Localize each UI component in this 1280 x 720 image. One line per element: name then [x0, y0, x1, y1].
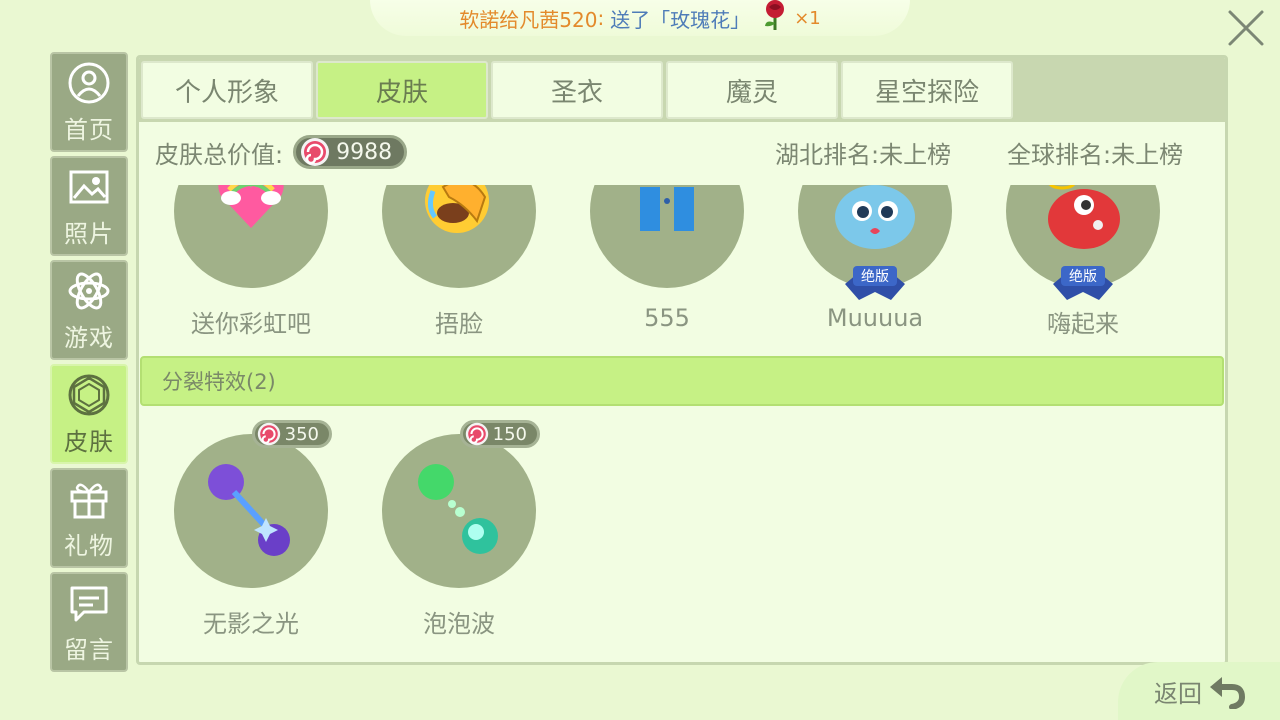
sidebar-item-label: 首页: [64, 115, 114, 144]
crying-eyes-icon: [640, 187, 694, 231]
list-item[interactable]: 绝版 嗨起来: [979, 185, 1187, 339]
skin-stats-bar: 皮肤总价值: 9988 湖北排名:未上榜 全球排名:未上榜: [139, 122, 1225, 182]
sidebar-item-messages[interactable]: 留言: [50, 572, 128, 672]
home-icon: [68, 62, 110, 103]
section-title: 分裂特效(2): [162, 370, 276, 394]
rainbow-heart-icon: [218, 185, 284, 228]
item-circle: 绝版: [798, 185, 952, 300]
atom-icon: [68, 272, 110, 309]
item-circle: 绝版: [1006, 185, 1160, 300]
total-value-badge: 9988: [293, 135, 408, 169]
message-icon: [70, 586, 108, 621]
close-icon: [1228, 10, 1264, 46]
province-rank: 湖北排名:未上榜: [775, 140, 952, 169]
sidebar-item-label: 照片: [64, 219, 114, 248]
gift-notification-banner: 软諾给 凡茜520 : 送了「玫瑰花」 ×1: [370, 0, 910, 36]
sidebar-item-games[interactable]: 游戏: [50, 260, 128, 360]
item-label: 泡泡波: [423, 610, 495, 638]
back-label: 返回: [1154, 679, 1202, 708]
item-circle: [382, 185, 536, 288]
sidebar-item-label: 游戏: [64, 323, 114, 352]
list-item[interactable]: 350 无影之光: [147, 420, 355, 639]
item-circle: 150: [382, 420, 540, 588]
tab-bar: 个人形象 皮肤 圣衣 魔灵 星空探险: [139, 58, 1225, 122]
item-circle: [174, 185, 328, 288]
sidebar-item-gifts[interactable]: 礼物: [50, 468, 128, 568]
banner-count: ×1: [794, 7, 821, 29]
svg-text:绝版: 绝版: [1069, 269, 1097, 285]
total-value-label: 皮肤总价值:: [155, 140, 284, 169]
back-arrow-icon: [1210, 677, 1246, 709]
sidebar-item-label: 留言: [64, 635, 114, 664]
sidebar-item-skins[interactable]: 皮肤: [50, 364, 128, 464]
item-circle: 350: [174, 420, 332, 588]
list-item[interactable]: 555: [563, 185, 771, 332]
price-value: 350: [284, 423, 319, 445]
blue-blob-kiss-icon: [835, 185, 915, 249]
list-item[interactable]: 捂脸: [355, 185, 563, 339]
red-blob-party-icon: [1048, 185, 1120, 249]
emote-row: 送你彩虹吧 捂脸 555 绝版 Muuuua 绝版 嗨起来: [139, 185, 1225, 338]
banner-sender: 软諾给: [459, 7, 520, 32]
side-navigation: 首页 照片 游戏 皮肤 礼物 留言: [50, 52, 128, 676]
price-value: 150: [492, 423, 527, 445]
banner-recipient: 凡茜520: [519, 7, 598, 32]
sidebar-item-photos[interactable]: 照片: [50, 156, 128, 256]
item-label: Muuuua: [826, 304, 924, 332]
skin-list[interactable]: 送你彩虹吧 捂脸 555 绝版 Muuuua 绝版 嗨起来 分裂特效(2) 35…: [139, 185, 1225, 662]
limited-edition-badge: 绝版: [1053, 266, 1113, 300]
sidebar-item-label: 礼物: [64, 531, 114, 560]
item-label: 送你彩虹吧: [191, 310, 311, 338]
list-item[interactable]: 送你彩虹吧: [147, 185, 355, 339]
close-button[interactable]: [1222, 4, 1270, 52]
item-label: 无影之光: [203, 610, 299, 638]
rose-icon: [760, 0, 790, 37]
global-rank: 全球排名:未上榜: [1007, 140, 1184, 169]
item-label: 嗨起来: [1047, 310, 1119, 338]
section-header-split-effects[interactable]: 分裂特效(2): [140, 356, 1224, 406]
candy-icon: [465, 422, 488, 446]
photo-icon: [69, 170, 109, 203]
tab-holy-armor[interactable]: 圣衣: [491, 61, 663, 119]
split-effects-row: 350 无影之光 150 泡泡波: [139, 420, 1225, 638]
list-item[interactable]: 绝版 Muuuua: [771, 185, 979, 332]
green-split-icon: [418, 464, 498, 554]
tab-skins[interactable]: 皮肤: [316, 61, 488, 119]
facepalm-icon: [425, 185, 489, 233]
banner-message: 送了「玫瑰花」: [610, 7, 751, 32]
item-label: 555: [644, 304, 690, 332]
main-panel: 个人形象 皮肤 圣衣 魔灵 星空探险 皮肤总价值: 9988 湖北排名:未上榜 …: [136, 55, 1228, 665]
candy-icon: [257, 422, 280, 446]
limited-edition-badge: 绝版: [845, 266, 905, 300]
price-badge: 350: [251, 420, 332, 448]
tab-avatar[interactable]: 个人形象: [141, 61, 313, 119]
sidebar-item-home[interactable]: 首页: [50, 52, 128, 152]
candy-icon: [301, 138, 330, 166]
svg-text:绝版: 绝版: [861, 269, 889, 285]
item-label: 捂脸: [435, 310, 483, 338]
total-value: 9988: [336, 139, 393, 165]
purple-split-icon: [208, 464, 290, 556]
banner-separator: :: [597, 6, 605, 30]
back-button[interactable]: 返回: [1118, 662, 1280, 720]
price-badge: 150: [459, 420, 540, 448]
gift-icon: [70, 483, 108, 518]
tab-spirits[interactable]: 魔灵: [666, 61, 838, 119]
item-circle: [590, 185, 744, 288]
sidebar-item-label: 皮肤: [64, 427, 114, 456]
list-item[interactable]: 150 泡泡波: [355, 420, 563, 639]
tab-star-adventure[interactable]: 星空探险: [841, 61, 1013, 119]
skin-icon: [68, 374, 110, 415]
